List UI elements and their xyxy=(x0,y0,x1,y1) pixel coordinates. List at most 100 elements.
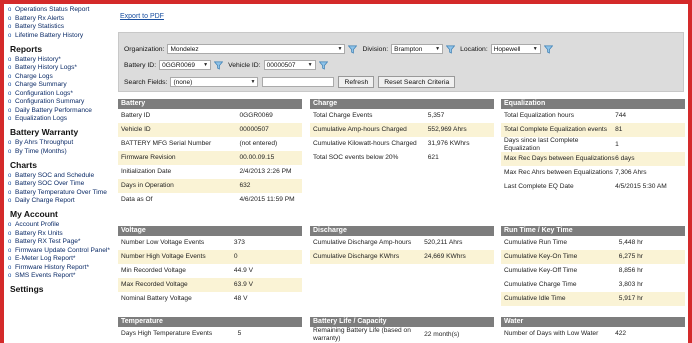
search-fields-select[interactable]: (none) ▼ xyxy=(170,77,259,87)
sidebar-item-label: Equalization Logs xyxy=(15,115,68,122)
sidebar-item-by-time-months[interactable]: o By Time (Months) xyxy=(8,148,110,156)
info-row-cumulative-charge-time: Cumulative Charge Time 3,803 hr xyxy=(501,278,685,292)
row-label: Max Rec Ahrs between Equalizations xyxy=(504,169,613,177)
sidebar-item-daily-battery-performance[interactable]: o Daily Battery Performance xyxy=(8,107,110,115)
water-panel-header: Water xyxy=(501,317,685,327)
row-label: Total Complete Equalization events xyxy=(504,126,607,134)
row-label: Initialization Date xyxy=(121,168,172,176)
filter-icon[interactable] xyxy=(214,61,224,70)
row-label: Cumulative Key-On Time xyxy=(504,253,578,261)
info-row-total-equalization-hours: Total Equalization hours 744 xyxy=(501,109,685,123)
life-panel-header: Battery Life / Capacity xyxy=(310,317,494,327)
sidebar-item-label: By Ahrs Throughput xyxy=(15,139,74,146)
sidebar-section-charts: Charts xyxy=(10,159,37,170)
sidebar-item-firmware-update-control-panel[interactable]: o Firmware Update Control Panel* xyxy=(8,247,110,255)
row-label: Cumulative Idle Time xyxy=(504,295,566,303)
sidebar-item-configuration-summary[interactable]: o Configuration Summary xyxy=(8,98,110,106)
sidebar-item-firmware-history-report[interactable]: o Firmware History Report* xyxy=(8,264,110,272)
sidebar-item-battery-rx-alerts[interactable]: o Battery Rx Alerts xyxy=(8,15,110,23)
sidebar-item-label: E-Meter Log Report* xyxy=(15,255,76,262)
row-value: 373 xyxy=(233,239,245,247)
sidebar-item-operations-status-report[interactable]: o Operations Status Report xyxy=(8,6,110,14)
sidebar-item-account-profile[interactable]: o Account Profile xyxy=(8,221,110,229)
sidebar-item-by-ahrs-throughput[interactable]: o By Ahrs Throughput xyxy=(8,139,110,147)
sidebar-item-daily-charge-report[interactable]: o Daily Charge Report xyxy=(8,197,110,205)
bullet-icon: o xyxy=(8,148,12,155)
row-label: Number Low Voltage Events xyxy=(121,239,205,247)
runtime-panel: Run Time / Key Time Cumulative Run Time 5,… xyxy=(501,226,685,306)
dropdown-arrow-icon: ▼ xyxy=(203,62,209,68)
sidebar-item-battery-temperature-over-time[interactable]: o Battery Temperature Over Time xyxy=(8,189,110,197)
search-input[interactable] xyxy=(262,77,335,87)
info-row-cumulative-run-time: Cumulative Run Time 5,448 hr xyxy=(501,236,685,250)
row-value: 2/4/2013 2:26 PM xyxy=(239,168,292,176)
sidebar-item-battery-statistics[interactable]: o Battery Statistics xyxy=(8,23,110,31)
export-pdf-link[interactable]: Export to PDF xyxy=(120,13,164,20)
row-value: 31,976 KWhrs xyxy=(427,140,470,148)
row-value: 0GGR0069 xyxy=(239,112,273,120)
refresh-button[interactable]: Refresh xyxy=(338,76,375,88)
row-value: 632 xyxy=(239,182,251,190)
dropdown-arrow-icon: ▼ xyxy=(337,46,343,52)
info-row-last-complete-eq-date: Last Complete EQ Date 4/5/2015 5:30 AM xyxy=(501,180,685,194)
row-label: Max Rec Days between Equalizations xyxy=(504,155,615,163)
sidebar-item-label: Battery Rx Alerts xyxy=(15,14,65,22)
reset-search-criteria-button[interactable]: Reset Search Criteria xyxy=(378,76,456,88)
bullet-icon: o xyxy=(8,65,12,71)
sidebar-item-battery-soc-and-schedule[interactable]: o Battery SOC and Schedule xyxy=(8,172,110,180)
row-label: Cumulative Charge Time xyxy=(504,281,577,289)
sidebar-item-charge-logs[interactable]: o Charge Logs xyxy=(8,73,110,81)
sidebar-item-battery-history[interactable]: o Battery History* xyxy=(8,56,110,64)
filter-icon[interactable] xyxy=(446,45,456,54)
sidebar-item-charge-summary[interactable]: o Charge Summary xyxy=(8,81,110,89)
bullet-icon: o xyxy=(8,116,12,122)
vehicle-id-select[interactable]: 00000507 ▼ xyxy=(263,60,316,70)
info-row-cumulative-discharge-amp-hours: Cumulative Discharge Amp-hours 520,211 Ah… xyxy=(310,236,494,250)
filter-icon[interactable] xyxy=(348,45,358,54)
division-select[interactable]: Brampton ▼ xyxy=(391,44,444,54)
row-label: BATTERY MFG Serial Number xyxy=(121,140,212,148)
discharge-panel: Discharge Cumulative Discharge Amp-hours 5… xyxy=(310,226,494,264)
row-value: 4/6/2015 11:59 PM xyxy=(239,196,295,204)
row-value: 621 xyxy=(427,154,439,162)
location-label: Location: xyxy=(460,45,488,53)
organization-select[interactable]: Mondelez ▼ xyxy=(167,44,346,54)
sidebar-item-battery-rx-units[interactable]: o Battery Rx Units xyxy=(8,230,110,238)
sidebar-item-label: Charge Summary xyxy=(15,81,67,88)
sidebar-item-equalization-logs[interactable]: o Equalization Logs xyxy=(8,115,110,123)
sidebar-item-battery-history-logs[interactable]: o Battery History Logs* xyxy=(8,64,110,72)
row-value: 5,357 xyxy=(427,112,445,120)
row-value: 1 xyxy=(615,140,619,148)
info-row-cumulative-key-off-time: Cumulative Key-Off Time 8,856 hr xyxy=(501,264,685,278)
row-value: 44.9 V xyxy=(233,267,253,275)
temperature-panel: Temperature Days High Temperature Events 5 xyxy=(118,317,302,341)
sidebar-item-e-meter-log-report[interactable]: o E-Meter Log Report* xyxy=(8,255,110,263)
filter-icon[interactable] xyxy=(318,61,328,70)
row-label: Number of Days with Low Water xyxy=(504,330,599,338)
sidebar-item-battery-rx-test-page[interactable]: o Battery RX Test Page* xyxy=(8,238,110,246)
info-row-cumulative-idle-time: Cumulative Idle Time 5,917 hr xyxy=(501,292,685,306)
row-value: 552,969 Ahrs xyxy=(427,126,467,134)
row-label: Days High Temperature Events xyxy=(121,330,213,338)
filter-icon[interactable] xyxy=(543,45,553,54)
row-label: Cumulative Amp-hours Charged xyxy=(313,126,407,134)
sidebar-item-configuration-logs[interactable]: o Configuration Logs* xyxy=(8,90,110,98)
sidebar-item-lifetime-battery-history[interactable]: o Lifetime Battery History xyxy=(8,32,110,40)
bullet-icon: o xyxy=(8,247,12,254)
search-filters: Organization: Mondelez ▼ Division: Brampt… xyxy=(118,32,684,92)
battery-id-select[interactable]: 0GGR0069 ▼ xyxy=(159,60,212,70)
sidebar-item-battery-soc-over-time[interactable]: o Battery SOC Over Time xyxy=(8,180,110,188)
sidebar-item-label: Battery SOC Over Time xyxy=(15,180,85,187)
sidebar-item-sms-events-report[interactable]: o SMS Events Report* xyxy=(8,272,110,280)
bullet-icon: o xyxy=(8,230,12,237)
row-value: 6,275 hr xyxy=(618,253,643,261)
bullet-icon: o xyxy=(8,107,12,114)
vehicle-id-label: Vehicle ID: xyxy=(228,61,261,69)
info-row-firmware-revision: Firmware Revision 00.00.09.15 xyxy=(118,151,302,165)
info-row-vehicle-id: Vehicle ID 00000507 xyxy=(118,123,302,137)
voltage-panel: Voltage Number Low Voltage Events 373 Numbe… xyxy=(118,226,302,306)
info-row-battery-mfg-serial-number: BATTERY MFG Serial Number (not entered) xyxy=(118,137,302,151)
info-row-nominal-battery-voltage: Nominal Battery Voltage 48 V xyxy=(118,292,302,306)
equalization-panel: Equalization Total Equalization hours 744 T… xyxy=(501,99,685,194)
location-select[interactable]: Hopewell ▼ xyxy=(490,44,541,54)
